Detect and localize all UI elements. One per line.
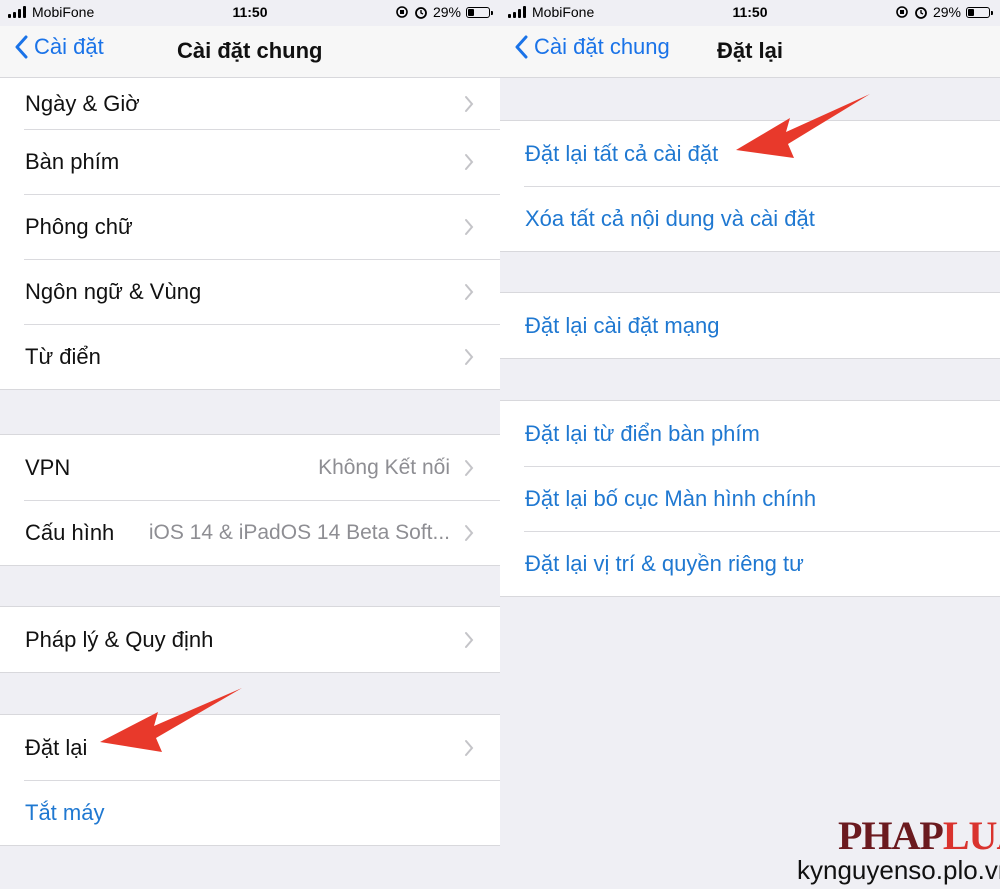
row-shutdown[interactable]: Tắt máy [0,780,500,845]
row-reset-network[interactable]: Đặt lại cài đặt mạng [500,293,1000,358]
row-label: Xóa tất cả nội dung và cài đặt [525,205,815,231]
arrow-annotation-icon [736,94,870,158]
row-date-time[interactable]: Ngày & Giờ [0,78,500,129]
reset-group-network: Đặt lại cài đặt mạng [500,292,1000,359]
chevron-left-icon [15,35,28,59]
row-vpn[interactable]: VPN Không Kết nối [0,435,500,500]
logo-part1: PHAP [838,813,944,858]
settings-group-vpn: VPN Không Kết nối Cấu hình iOS 14 & iPad… [0,434,500,566]
row-value: Không Kết nối [318,455,450,479]
orientation-lock-icon [896,6,908,18]
nav-bar: Cài đặt Cài đặt chung [0,26,500,78]
reset-screen: MobiFone 11:50 29% Cài đặt chung Đặt lại… [500,0,1000,889]
row-label: Cấu hình [25,519,115,545]
chevron-right-icon [465,524,474,541]
row-label: Từ điển [25,343,101,369]
chevron-right-icon [465,283,474,300]
row-label: Đặt lại [25,734,88,760]
alarm-icon [915,7,927,19]
battery-icon [966,6,993,18]
chevron-right-icon [465,95,474,112]
orientation-lock-icon [396,6,408,18]
row-label: Pháp lý & Quy định [25,626,214,652]
chevron-right-icon [465,631,474,648]
logo-part2: LUAT [942,813,1000,858]
row-label: Đặt lại tất cả cài đặt [525,140,719,166]
row-reset-location-privacy[interactable]: Đặt lại vị trí & quyền riêng tư [500,531,1000,596]
status-right: 29% [395,4,493,20]
nav-bar: Cài đặt chung Đặt lại [500,26,1000,78]
battery-icon [466,6,493,18]
settings-group-reset: Đặt lại Tắt máy [0,714,500,846]
row-label: Tắt máy [25,799,105,825]
row-label: VPN [25,454,71,480]
row-language-region[interactable]: Ngôn ngữ & Vùng [0,259,500,324]
row-label: Ngày & Giờ [25,90,140,116]
page-title: Đặt lại [717,38,784,63]
row-reset-home-layout[interactable]: Đặt lại bố cục Màn hình chính [500,466,1000,531]
row-erase-all-content[interactable]: Xóa tất cả nội dung và cài đặt [500,186,1000,251]
row-reset[interactable]: Đặt lại [0,715,500,780]
row-label: Phông chữ [25,213,133,239]
status-right: 29% [895,4,993,20]
battery-label: 29% [432,4,461,20]
arrow-annotation-icon [100,688,242,752]
battery-label: 29% [932,4,961,20]
watermark-logo: PHAPLUAT [838,812,1000,859]
row-label: Ngôn ngữ & Vùng [25,278,202,304]
status-bar: MobiFone 11:50 29% [0,0,500,26]
settings-group-legal: Pháp lý & Quy định [0,606,500,673]
row-value: iOS 14 & iPadOS 14 Beta Soft... [148,520,450,544]
watermark-site: kynguyenso.plo.vn [797,855,1000,885]
back-button[interactable]: Cài đặt [14,34,104,60]
row-keyboard[interactable]: Bàn phím [0,129,500,194]
back-button[interactable]: Cài đặt chung [514,34,670,60]
settings-group-general: Ngày & Giờ Bàn phím Phông chữ Ngôn ngữ &… [0,78,500,390]
back-label: Cài đặt chung [534,34,670,59]
row-label: Đặt lại bố cục Màn hình chính [525,485,817,511]
chevron-right-icon [465,739,474,756]
reset-group-other: Đặt lại từ điển bàn phím Đặt lại bố cục … [500,400,1000,597]
row-profile[interactable]: Cấu hình iOS 14 & iPadOS 14 Beta Soft... [0,500,500,565]
page-title: Cài đặt chung [177,38,323,63]
row-dictionary[interactable]: Từ điển [0,324,500,389]
chevron-left-icon [515,35,528,59]
settings-general-screen: MobiFone 11:50 29% Cài đặt Cài đặt chung… [0,0,500,889]
row-legal[interactable]: Pháp lý & Quy định [0,607,500,672]
row-label: Bàn phím [25,148,120,174]
row-label: Đặt lại vị trí & quyền riêng tư [525,550,804,576]
status-bar: MobiFone 11:50 29% [500,0,1000,26]
chevron-right-icon [465,459,474,476]
row-label: Đặt lại từ điển bàn phím [525,420,760,446]
row-reset-keyboard-dictionary[interactable]: Đặt lại từ điển bàn phím [500,401,1000,466]
row-label: Đặt lại cài đặt mạng [525,312,720,338]
chevron-right-icon [465,153,474,170]
row-font[interactable]: Phông chữ [0,194,500,259]
chevron-right-icon [465,348,474,365]
chevron-right-icon [465,218,474,235]
back-label: Cài đặt [34,34,104,59]
alarm-icon [415,7,427,19]
